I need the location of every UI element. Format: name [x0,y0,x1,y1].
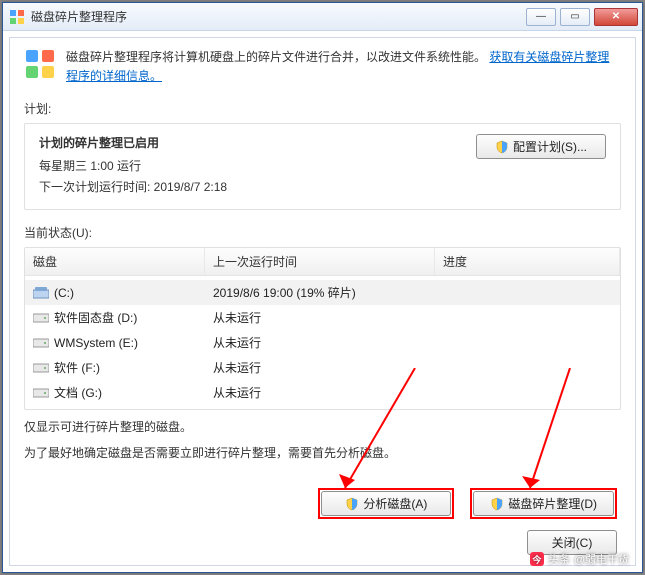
table-row[interactable]: WMSystem (E:) 从未运行 [25,330,620,355]
col-disk[interactable]: 磁盘 [25,248,205,275]
defragment-disk-label: 磁盘碎片整理(D) [508,495,597,512]
watermark-prefix: 头条 [548,551,570,567]
inner-panel: 磁盘碎片整理程序将计算机硬盘上的碎片文件进行合并，以改进文件系统性能。 获取有关… [9,37,636,566]
cell-disk: 软件 (F:) [25,357,205,378]
maximize-button[interactable]: ▭ [560,8,590,26]
disk-name: 软件固态盘 (D:) [54,309,137,326]
cell-last-run: 从未运行 [205,332,435,353]
app-icon [9,9,25,25]
disk-table: 磁盘 上一次运行时间 进度 (C:) 2019/8/6 19:00 (19% 碎片… [24,247,621,410]
cell-progress [435,391,620,395]
window-controls: — ▭ ✕ [526,8,638,26]
disk-name: 软件 (F:) [54,359,100,376]
cell-last-run: 从未运行 [205,382,435,403]
cell-last-run: 2019/8/6 19:00 (19% 碎片) [205,282,435,303]
minimize-button[interactable]: — [526,8,556,26]
schedule-heading: 计划的碎片整理已启用 [39,134,227,151]
watermark-icon: 今 [530,552,544,566]
drive-icon [33,312,49,324]
disk-name: WMSystem (E:) [54,336,138,350]
disk-name: 文档 (G:) [54,384,102,401]
window-title: 磁盘碎片整理程序 [31,8,526,25]
disk-name: (C:) [54,286,74,300]
intro: 磁盘碎片整理程序将计算机硬盘上的碎片文件进行合并，以改进文件系统性能。 获取有关… [24,48,621,86]
analyze-disk-label: 分析磁盘(A) [363,495,427,512]
annotation-box-1: 分析磁盘(A) [318,488,454,519]
titlebar[interactable]: 磁盘碎片整理程序 — ▭ ✕ [3,3,642,31]
annotation-box-2: 磁盘碎片整理(D) [470,488,617,519]
configure-schedule-button[interactable]: 配置计划(S)... [476,134,606,159]
status-label: 当前状态(U): [24,224,621,241]
window: 磁盘碎片整理程序 — ▭ ✕ 磁盘碎片整理程序将计算机硬盘上的碎片文件进行合并，… [2,2,643,573]
action-buttons: 分析磁盘(A) 磁盘碎片整理(D) [318,488,617,519]
cell-progress [435,366,620,370]
cell-last-run: 从未运行 [205,357,435,378]
watermark-author: @弱电干货 [574,551,629,567]
watermark: 今 头条 @弱电干货 [530,551,629,567]
note-line1: 仅显示可进行碎片整理的磁盘。 [24,418,621,437]
close-window-button[interactable]: ✕ [594,8,638,26]
col-last-run[interactable]: 上一次运行时间 [205,248,435,275]
note-line2: 为了最好地确定磁盘是否需要立即进行碎片整理，需要首先分析磁盘。 [24,444,621,463]
table-row[interactable]: 软件 (F:) 从未运行 [25,355,620,380]
defragment-disk-button[interactable]: 磁盘碎片整理(D) [473,491,614,516]
drive-icon [33,362,49,374]
table-header: 磁盘 上一次运行时间 进度 [25,248,620,276]
cell-progress [435,341,620,345]
cell-disk: WMSystem (E:) [25,334,205,352]
table-row[interactable]: 文档 (G:) 从未运行 [25,380,620,405]
hdd-icon [33,287,49,299]
close-label: 关闭(C) [552,534,593,551]
cell-progress [435,291,620,295]
schedule-time: 每星期三 1:00 运行 [39,157,227,174]
shield-icon [345,497,359,511]
shield-icon [490,497,504,511]
drive-icon [33,387,49,399]
intro-desc: 磁盘碎片整理程序将计算机硬盘上的碎片文件进行合并，以改进文件系统性能。 [66,50,486,64]
table-row[interactable]: (C:) 2019/8/6 19:00 (19% 碎片) [25,280,620,305]
schedule-info: 计划的碎片整理已启用 每星期三 1:00 运行 下一次计划运行时间: 2019/… [39,134,227,199]
configure-schedule-label: 配置计划(S)... [513,138,587,155]
cell-disk: 文档 (G:) [25,382,205,403]
defrag-icon [24,48,56,80]
table-body: (C:) 2019/8/6 19:00 (19% 碎片) 软件固态盘 (D:) 从未运… [25,276,620,409]
shield-icon [495,140,509,154]
content: 磁盘碎片整理程序将计算机硬盘上的碎片文件进行合并，以改进文件系统性能。 获取有关… [3,31,642,572]
cell-disk: (C:) [25,284,205,302]
schedule-panel: 计划的碎片整理已启用 每星期三 1:00 运行 下一次计划运行时间: 2019/… [24,123,621,210]
drive-icon [33,337,49,349]
intro-text: 磁盘碎片整理程序将计算机硬盘上的碎片文件进行合并，以改进文件系统性能。 获取有关… [66,48,621,86]
schedule-next: 下一次计划运行时间: 2019/8/7 2:18 [39,178,227,195]
schedule-label: 计划: [24,100,621,117]
analyze-disk-button[interactable]: 分析磁盘(A) [321,491,451,516]
cell-progress [435,316,620,320]
cell-last-run: 从未运行 [205,307,435,328]
table-row[interactable]: 软件固态盘 (D:) 从未运行 [25,305,620,330]
col-progress[interactable]: 进度 [435,248,620,275]
cell-disk: 软件固态盘 (D:) [25,307,205,328]
